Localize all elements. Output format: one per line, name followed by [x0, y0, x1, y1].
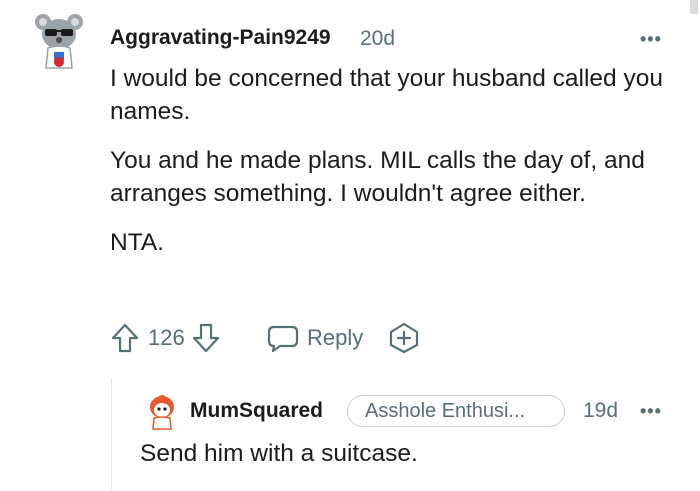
award-icon[interactable]: [387, 321, 421, 355]
upvote-icon[interactable]: [110, 322, 140, 354]
comment-paragraph: You and he made plans. MIL calls the day…: [110, 147, 645, 207]
comment-username[interactable]: Aggravating-Pain9249: [110, 26, 331, 50]
user-avatar[interactable]: [34, 10, 84, 72]
scrollbar[interactable]: [690, 0, 698, 14]
more-options-icon[interactable]: •••: [640, 29, 662, 50]
reply-button[interactable]: Reply: [266, 320, 363, 356]
thread-line[interactable]: [111, 378, 112, 491]
vote-score: 126: [148, 325, 185, 350]
user-flair: Asshole Enthusi...: [347, 395, 565, 427]
reply-age[interactable]: 19d: [583, 399, 618, 423]
reply-avatar[interactable]: [141, 391, 183, 433]
reply-label: Reply: [307, 325, 364, 350]
reply-body: Send him with a suitcase.: [140, 440, 418, 467]
vote-bar: 126: [110, 320, 221, 356]
comment-age[interactable]: 20d: [360, 27, 395, 51]
reply-username[interactable]: MumSquared: [190, 399, 323, 423]
comment-paragraph: I would be concerned that your husband c…: [110, 65, 663, 125]
comment-bubble-icon: [267, 325, 299, 353]
more-options-icon[interactable]: •••: [640, 401, 662, 422]
comment-body: I would be concerned that your husband c…: [110, 62, 670, 259]
downvote-icon[interactable]: [191, 322, 221, 354]
comment-paragraph: NTA.: [110, 229, 164, 256]
